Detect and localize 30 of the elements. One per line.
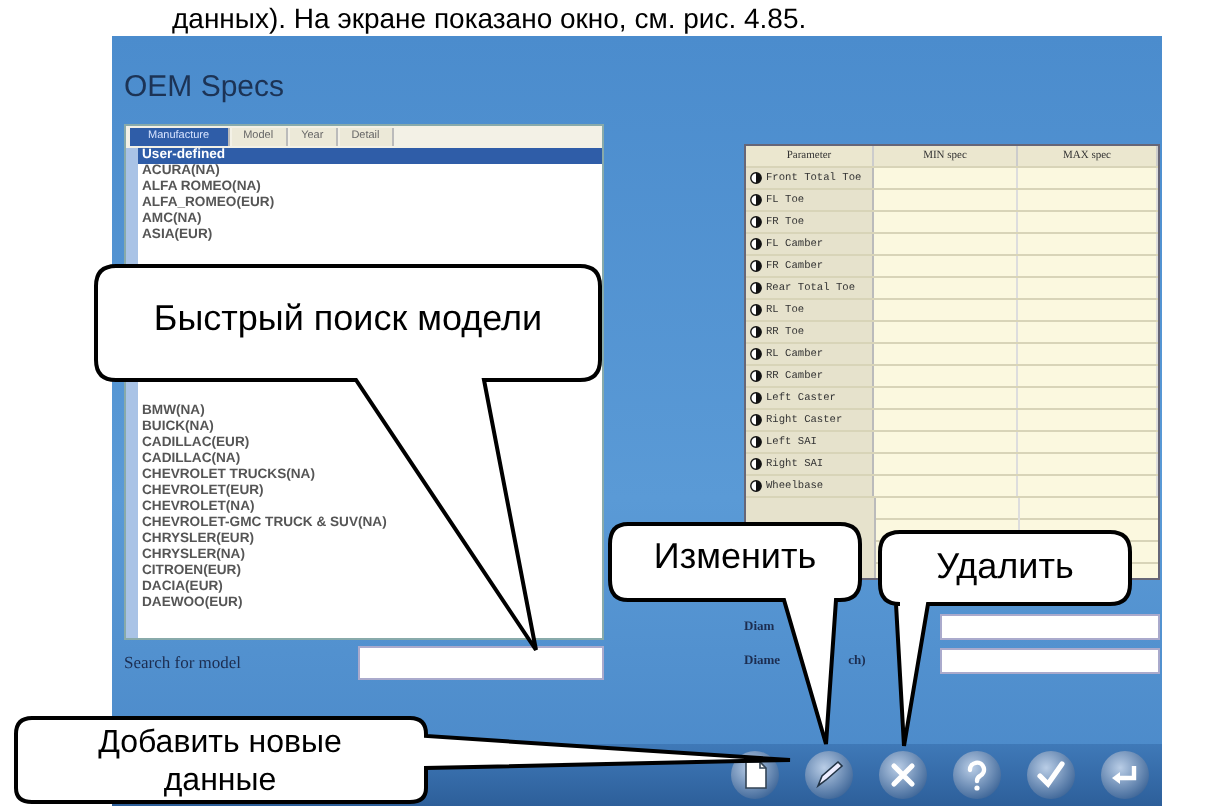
half-circle-icon bbox=[750, 326, 762, 338]
half-circle-icon bbox=[750, 392, 762, 404]
half-circle-icon bbox=[750, 348, 762, 360]
callout-text: Изменить bbox=[651, 536, 819, 578]
callout-text: Добавить новые данные bbox=[96, 724, 344, 800]
half-circle-icon bbox=[750, 370, 762, 382]
half-circle-icon bbox=[750, 414, 762, 426]
half-circle-icon bbox=[750, 238, 762, 250]
callout-text: Быстрый поиск модели bbox=[151, 298, 545, 340]
pen-button[interactable] bbox=[804, 750, 854, 800]
half-circle-icon bbox=[750, 216, 762, 228]
return-arrow-button[interactable] bbox=[1100, 750, 1150, 800]
half-circle-icon bbox=[750, 282, 762, 294]
half-circle-icon bbox=[750, 436, 762, 448]
half-circle-icon bbox=[750, 194, 762, 206]
body-text: данных). На экране показано окно, см. рис. 4.85. bbox=[170, 0, 809, 36]
question-mark-button[interactable] bbox=[952, 750, 1002, 800]
half-circle-icon bbox=[750, 172, 762, 184]
window-title: OEM Specs bbox=[122, 67, 287, 107]
input-field[interactable] bbox=[940, 614, 1160, 640]
callout-text: Удалить bbox=[934, 546, 1076, 588]
search-field[interactable] bbox=[358, 645, 604, 679]
half-circle-icon bbox=[750, 480, 762, 492]
search-label: Search for model bbox=[124, 652, 244, 672]
checkmark-button[interactable] bbox=[1026, 750, 1076, 800]
half-circle-icon bbox=[750, 304, 762, 316]
half-circle-icon bbox=[750, 458, 762, 470]
input-field[interactable] bbox=[940, 648, 1160, 674]
half-circle-icon bbox=[750, 260, 762, 272]
cross-button[interactable] bbox=[878, 750, 928, 800]
